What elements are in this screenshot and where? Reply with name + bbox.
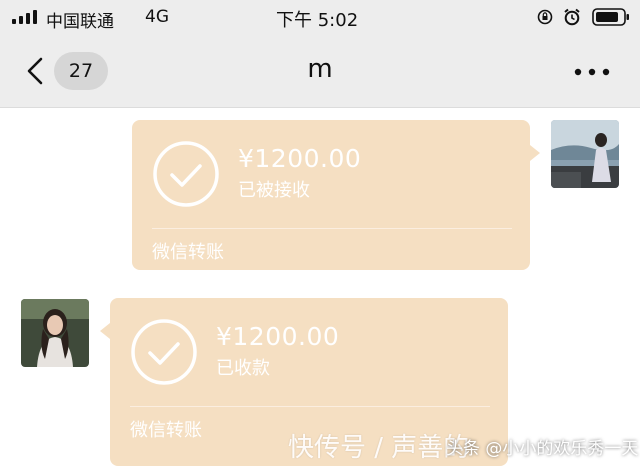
contact-avatar[interactable] <box>21 299 89 367</box>
carrier-name: 中国联通 <box>46 12 114 32</box>
transfer-message-sent[interactable]: ¥1200.00 已被接收 微信转账 <box>132 120 530 270</box>
transfer-amount: ¥1200.00 <box>216 322 340 351</box>
rotation-lock-icon <box>537 9 553 25</box>
my-avatar[interactable] <box>551 120 619 188</box>
wechat-transfer-label: 微信转账 <box>130 420 202 441</box>
transfer-accepted-check-icon <box>153 141 219 207</box>
battery-icon <box>592 8 629 26</box>
status-time: 下午 5:02 <box>276 10 359 31</box>
back-arrow-icon[interactable] <box>24 56 46 86</box>
transfer-status: 已收款 <box>216 358 270 379</box>
watermark-small: 头条 @小小的欢乐秀一天 <box>446 439 639 459</box>
status-bar: 中国联通 4G 下午 5:02 <box>0 0 640 34</box>
alarm-clock-icon <box>564 8 580 26</box>
unread-count-badge[interactable]: 27 <box>54 52 108 90</box>
more-options-icon[interactable] <box>574 68 610 76</box>
bubble-tail <box>530 145 540 161</box>
wechat-transfer-label: 微信转账 <box>152 242 224 263</box>
network-type: 4G <box>145 7 169 27</box>
chat-header: 27 m <box>0 34 640 108</box>
signal-strength-icon <box>12 10 38 24</box>
watermark-large: 快传号 / 声善的 <box>288 433 470 463</box>
transfer-received-check-icon <box>131 319 197 385</box>
bubble-tail <box>100 323 110 339</box>
bubble-divider <box>130 406 490 407</box>
transfer-status: 已被接收 <box>238 180 310 201</box>
bubble-divider <box>152 228 512 229</box>
chat-message-list[interactable]: ¥1200.00 已被接收 微信转账 ¥1200.00 已收款 微信转账 快传号… <box>0 109 640 466</box>
chat-title: m <box>307 54 333 84</box>
transfer-amount: ¥1200.00 <box>238 144 362 173</box>
